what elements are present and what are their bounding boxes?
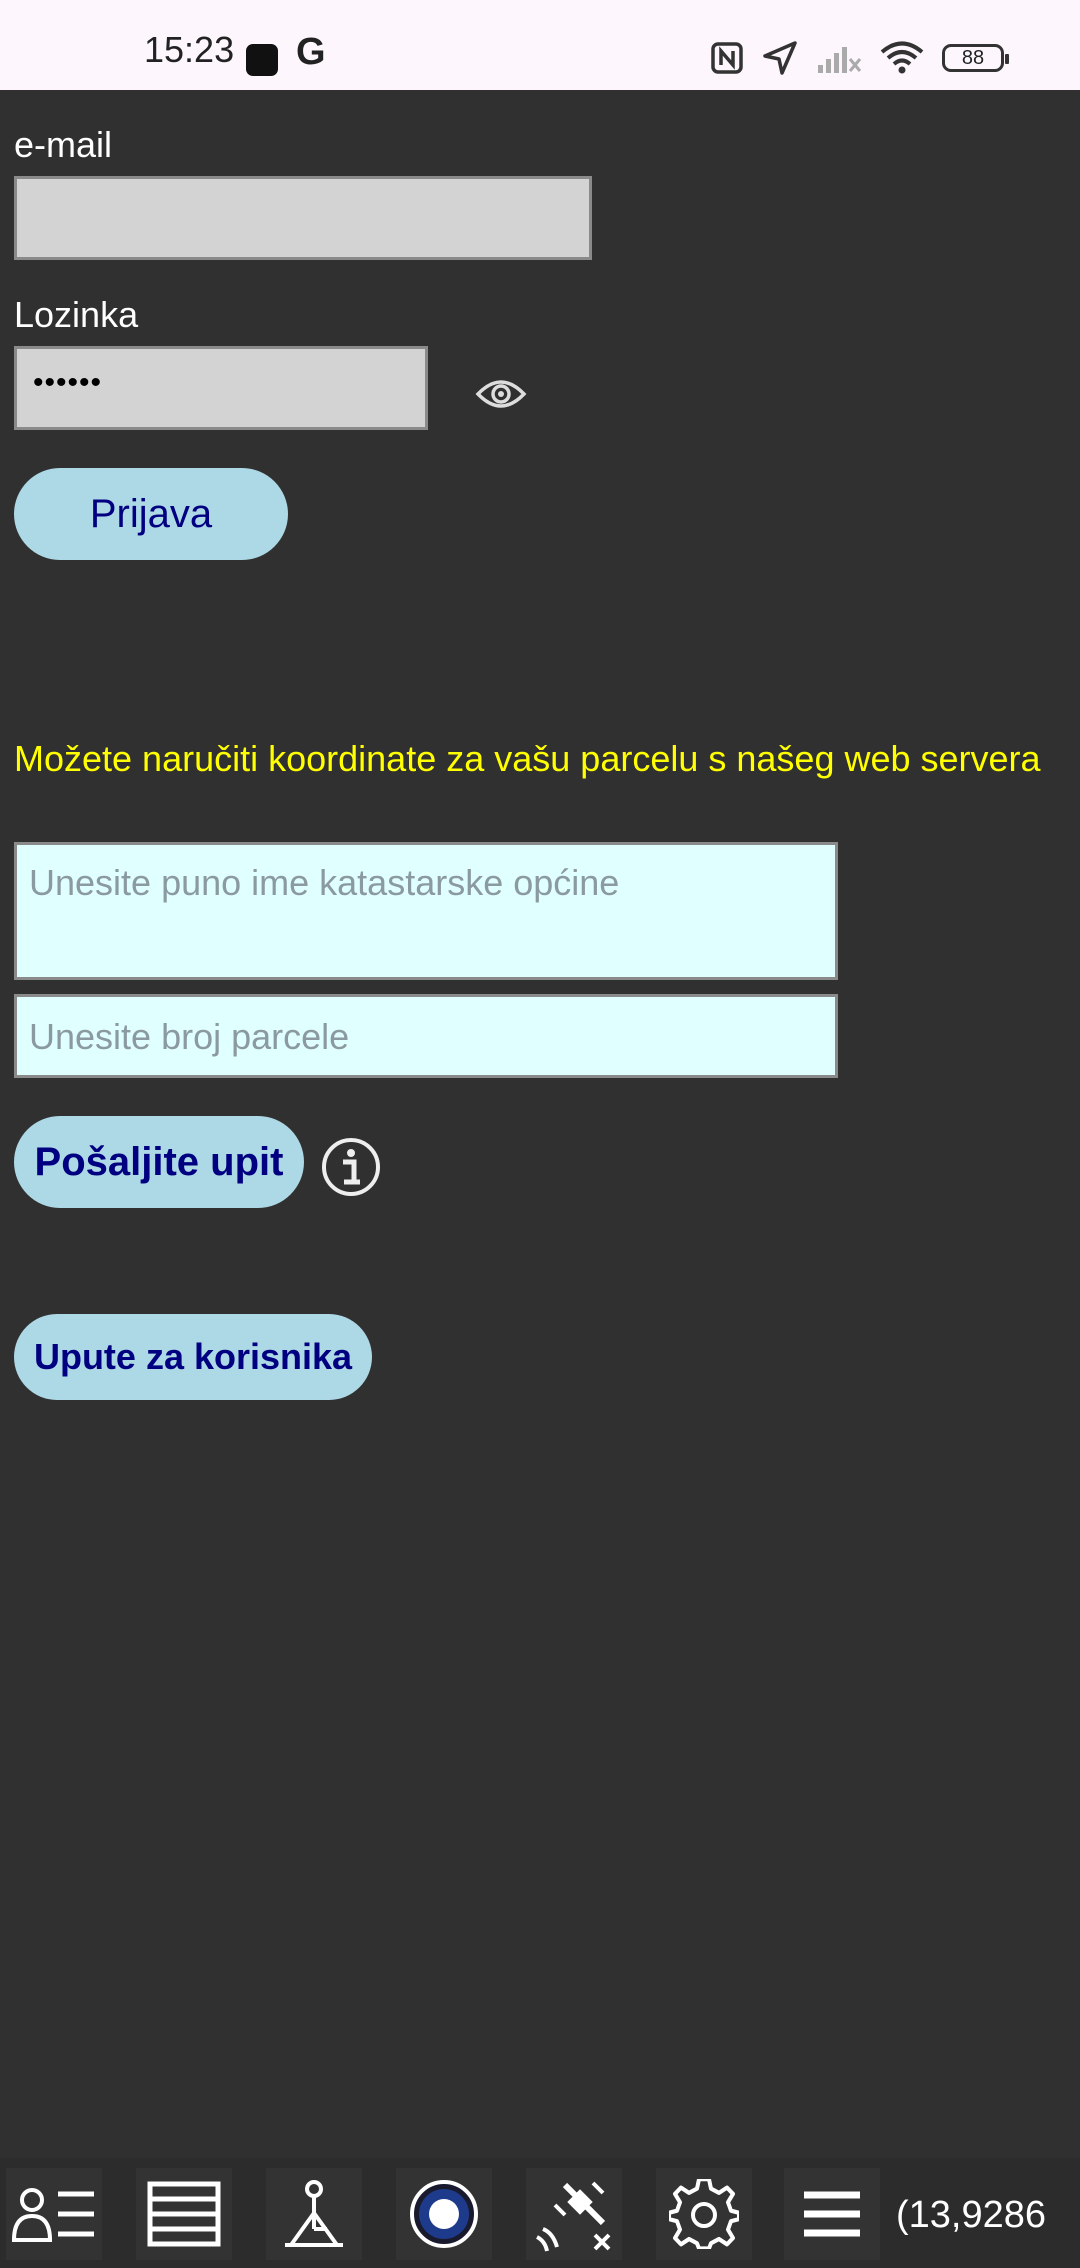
nfc-icon (710, 41, 744, 75)
send-request-button[interactable]: Pošaljite upit (14, 1116, 304, 1208)
survey-point-icon[interactable] (266, 2168, 362, 2260)
status-time: 15:23 (144, 29, 235, 70)
location-arrow-icon (762, 40, 798, 76)
user-manual-button[interactable]: Upute za korisnika (14, 1314, 372, 1400)
bottom-toolbar: (13,9286 (0, 2158, 1080, 2268)
gear-icon[interactable] (656, 2168, 752, 2260)
record-icon[interactable] (396, 2168, 492, 2260)
password-value: •••••• (33, 366, 103, 399)
info-icon[interactable] (320, 1136, 382, 1198)
cellular-no-signal-icon (816, 41, 862, 75)
municipality-input[interactable]: Unesite puno ime katastarske općine (14, 842, 838, 980)
layers-icon[interactable] (136, 2168, 232, 2260)
parcel-placeholder: Unesite broj parcele (29, 1016, 350, 1057)
user-list-icon[interactable] (6, 2168, 102, 2260)
battery-level: 88 (961, 46, 985, 69)
email-field[interactable] (14, 176, 592, 260)
notification-square-icon (246, 44, 278, 76)
email-label: e-mail (14, 124, 113, 165)
satellite-icon[interactable] (526, 2168, 622, 2260)
parcel-number-input[interactable]: Unesite broj parcele (14, 994, 838, 1078)
password-label: Lozinka (14, 294, 139, 335)
status-bar: 15:23 G 88 (0, 0, 1080, 90)
municipality-placeholder: Unesite puno ime katastarske općine (29, 862, 620, 903)
wifi-icon (880, 41, 924, 75)
google-icon: G (296, 31, 326, 73)
coordinate-readout: (13,9286 (896, 2194, 1047, 2236)
battery-icon: 88 (942, 44, 1009, 72)
login-button[interactable]: Prijava (14, 468, 288, 560)
menu-icon[interactable] (784, 2168, 880, 2260)
password-field[interactable]: •••••• (14, 346, 428, 430)
show-password-eye-icon[interactable] (474, 374, 528, 414)
order-notice: Možete naručiti koordinate za vašu parce… (14, 738, 1041, 779)
